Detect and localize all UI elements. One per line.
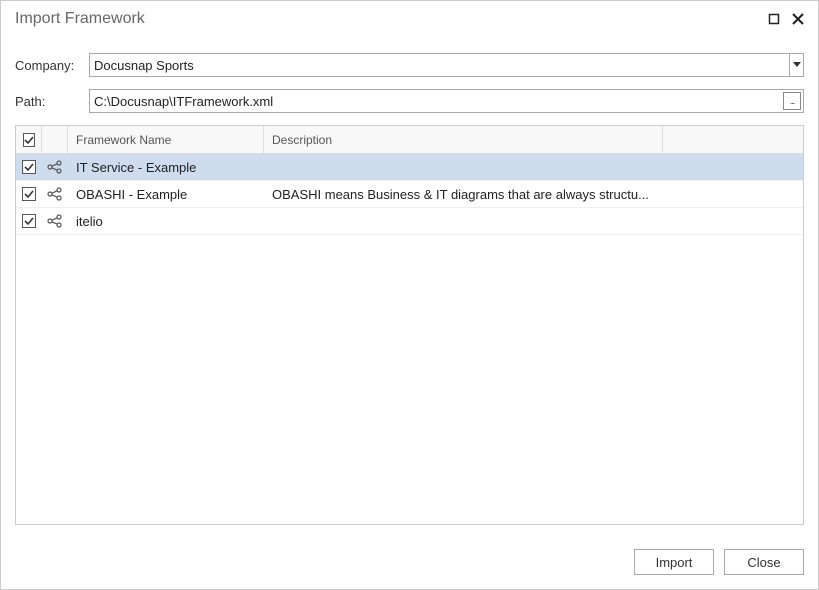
company-dropdown-button[interactable] xyxy=(789,54,803,76)
row-spacer xyxy=(663,208,803,234)
check-icon xyxy=(24,189,34,199)
maximize-icon xyxy=(768,13,780,25)
header-description[interactable]: Description xyxy=(264,126,663,153)
row-name: itelio xyxy=(68,208,264,234)
path-browse-button[interactable]: ... xyxy=(783,92,801,110)
titlebar: Import Framework xyxy=(1,1,818,37)
close-icon xyxy=(792,13,804,25)
row-description xyxy=(264,208,663,234)
close-button[interactable]: Close xyxy=(724,549,804,575)
row-checkbox[interactable] xyxy=(22,187,36,201)
row-icon-cell xyxy=(42,208,68,234)
row-checkbox-cell xyxy=(16,181,42,207)
path-row: Path: C:\Docusnap\ITFramework.xml ... xyxy=(15,89,804,113)
share-icon xyxy=(47,187,63,201)
header-icon-cell xyxy=(42,126,68,153)
maximize-button[interactable] xyxy=(764,9,784,29)
company-select[interactable]: Docusnap Sports xyxy=(89,53,804,77)
row-name: IT Service - Example xyxy=(68,154,264,180)
check-icon xyxy=(24,216,34,226)
row-icon-cell xyxy=(42,181,68,207)
row-name: OBASHI - Example xyxy=(68,181,264,207)
framework-grid: Framework Name Description IT Service - … xyxy=(15,125,804,525)
check-icon xyxy=(24,135,34,145)
header-checkbox-cell xyxy=(16,126,42,153)
import-button[interactable]: Import xyxy=(634,549,714,575)
table-row[interactable]: itelio xyxy=(16,208,803,235)
close-window-button[interactable] xyxy=(788,9,808,29)
check-icon xyxy=(24,162,34,172)
grid-body: IT Service - ExampleOBASHI - ExampleOBAS… xyxy=(16,154,803,524)
table-row[interactable]: IT Service - Example xyxy=(16,154,803,181)
company-label: Company: xyxy=(15,58,89,73)
header-name[interactable]: Framework Name xyxy=(68,126,264,153)
row-checkbox[interactable] xyxy=(22,214,36,228)
row-checkbox-cell xyxy=(16,154,42,180)
table-row[interactable]: OBASHI - ExampleOBASHI means Business & … xyxy=(16,181,803,208)
company-value: Docusnap Sports xyxy=(94,58,789,73)
row-checkbox[interactable] xyxy=(22,160,36,174)
header-spacer xyxy=(663,126,803,153)
company-row: Company: Docusnap Sports xyxy=(15,53,804,77)
share-icon xyxy=(47,160,63,174)
row-spacer xyxy=(663,154,803,180)
grid-header: Framework Name Description xyxy=(16,126,803,154)
path-label: Path: xyxy=(15,94,89,109)
chevron-down-icon xyxy=(793,62,801,68)
row-description xyxy=(264,154,663,180)
content-area: Company: Docusnap Sports Path: C:\Docusn… xyxy=(1,37,818,535)
footer: Import Close xyxy=(1,535,818,589)
share-icon xyxy=(47,214,63,228)
row-spacer xyxy=(663,181,803,207)
import-framework-dialog: Import Framework Company: Docusnap Sport… xyxy=(0,0,819,590)
path-value: C:\Docusnap\ITFramework.xml xyxy=(94,94,799,109)
row-icon-cell xyxy=(42,154,68,180)
row-checkbox-cell xyxy=(16,208,42,234)
path-input[interactable]: C:\Docusnap\ITFramework.xml ... xyxy=(89,89,804,113)
row-description: OBASHI means Business & IT diagrams that… xyxy=(264,181,663,207)
window-title: Import Framework xyxy=(15,10,760,28)
select-all-checkbox[interactable] xyxy=(23,133,35,147)
